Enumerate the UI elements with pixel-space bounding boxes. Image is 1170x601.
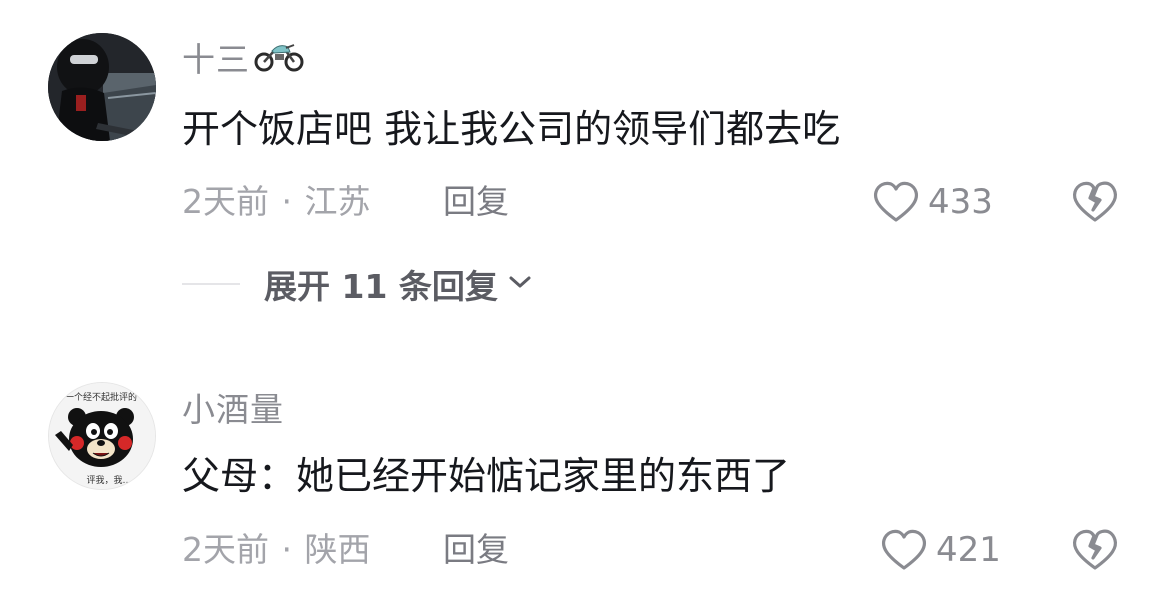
username[interactable]: 小酒量: [182, 388, 284, 432]
comment-location: 陕西: [304, 530, 371, 569]
expand-replies-button[interactable]: 展开 11 条回复: [182, 262, 532, 306]
reply-button[interactable]: 回复: [443, 528, 509, 572]
username[interactable]: 十三: [182, 38, 304, 84]
comment-time: 2天前: [182, 530, 269, 569]
comment-text: 父母：她已经开始惦记家里的东西了: [182, 454, 791, 498]
motorcycle-icon: [254, 39, 304, 84]
avatar[interactable]: 一个经不起批评的 评我，我…: [48, 382, 156, 490]
dislike-button[interactable]: [1071, 526, 1119, 574]
avatar-image: 一个经不起批评的 评我，我…: [49, 383, 155, 489]
like-count: 433: [928, 182, 993, 222]
reply-button[interactable]: 回复: [443, 180, 509, 224]
avatar[interactable]: [48, 33, 156, 141]
divider-line: [182, 283, 240, 285]
meta-separator: ·: [281, 530, 293, 569]
comment-item: 十三 开个饭店吧 我让我公司的领导们都去吃 2天前 · 江苏 回复 433 展开…: [0, 0, 1170, 330]
like-count: 421: [936, 530, 1001, 570]
chevron-down-icon: [508, 274, 532, 294]
avatar-caption-top: 一个经不起批评的: [65, 391, 137, 403]
avatar-caption-bottom: 评我，我…: [86, 475, 131, 486]
comment-meta: 2天前 · 陕西: [182, 528, 371, 572]
broken-heart-icon: [1072, 529, 1118, 570]
comment-meta: 2天前 · 江苏: [182, 180, 371, 224]
heart-outline-icon: [881, 529, 927, 570]
username-text: 十三: [182, 40, 250, 79]
avatar-image: [48, 33, 156, 141]
comment-location: 江苏: [304, 182, 371, 221]
comment-text: 开个饭店吧 我让我公司的领导们都去吃: [182, 107, 841, 151]
heart-outline-icon: [873, 181, 919, 222]
expand-replies-label: 展开 11 条回复: [264, 267, 498, 306]
dislike-button[interactable]: [1071, 178, 1119, 226]
comment-item: 一个经不起批评的 评我，我… 小酒量 父母：她已经开始惦记家里的东西了 2天前 …: [0, 362, 1170, 601]
comment-time: 2天前: [182, 182, 269, 221]
broken-heart-icon: [1072, 181, 1118, 222]
meta-separator: ·: [281, 182, 293, 221]
like-button[interactable]: 433: [872, 178, 993, 226]
like-button[interactable]: 421: [880, 526, 1001, 574]
username-text: 小酒量: [182, 390, 284, 429]
